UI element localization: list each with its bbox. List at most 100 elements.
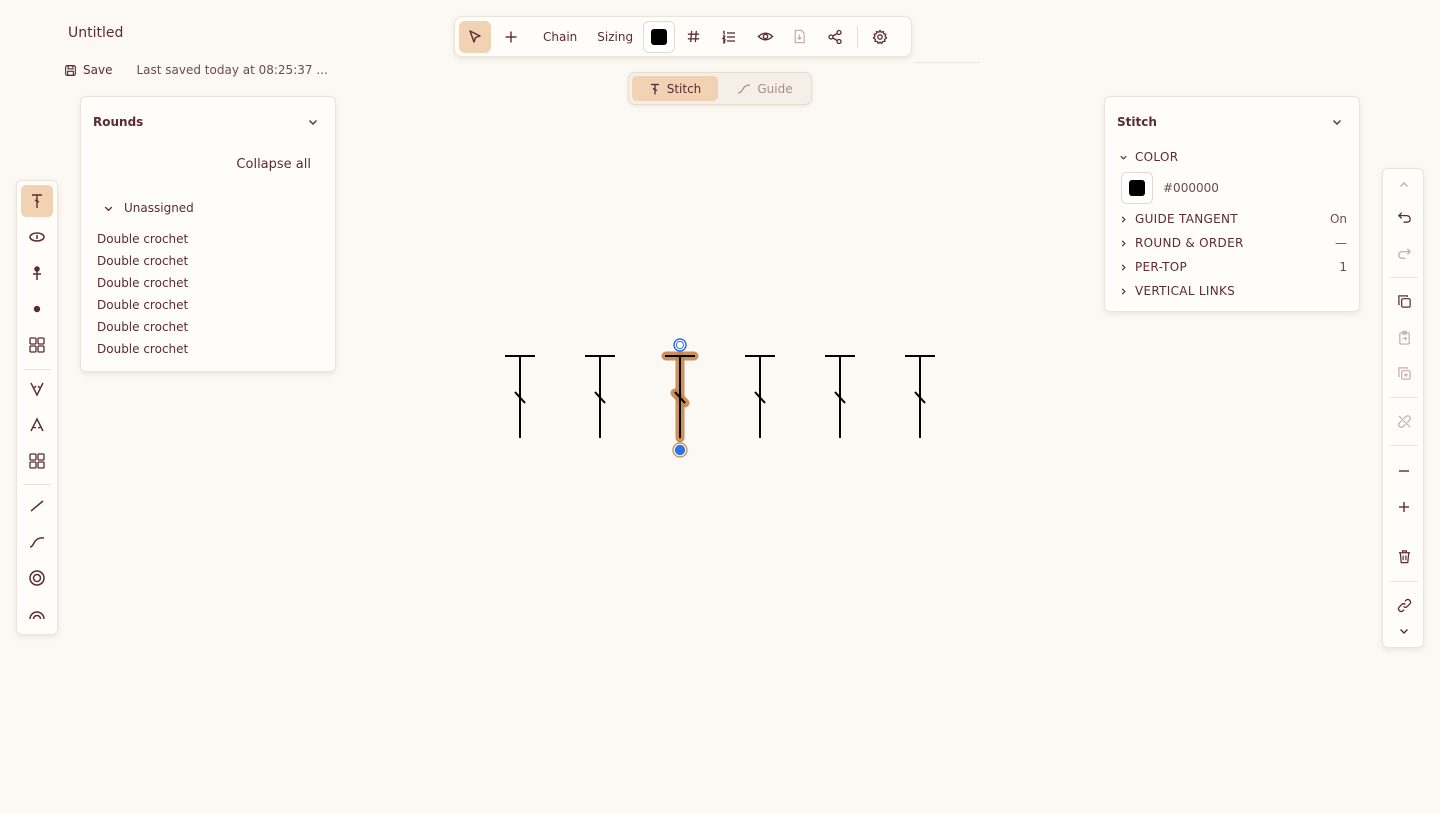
rail-divider bbox=[1390, 445, 1418, 446]
zoom-out-button[interactable] bbox=[1388, 455, 1420, 487]
undo-icon bbox=[1397, 210, 1412, 225]
grid-icon bbox=[28, 452, 46, 470]
stitch-color-swatch[interactable] bbox=[1121, 172, 1153, 204]
zoom-in-button[interactable] bbox=[1388, 491, 1420, 523]
curve-icon bbox=[28, 534, 46, 550]
color-swatch bbox=[643, 20, 676, 53]
paste-button[interactable] bbox=[1388, 321, 1420, 353]
vertical-links-label: VERTICAL LINKS bbox=[1135, 284, 1236, 298]
color-picker-button[interactable] bbox=[643, 20, 676, 53]
pin-stitch-icon bbox=[30, 265, 44, 281]
plus-icon bbox=[504, 30, 518, 44]
redo-button[interactable] bbox=[1388, 237, 1420, 269]
list-item[interactable]: Double crochet bbox=[97, 253, 188, 275]
stitch-panel-header[interactable]: Stitch bbox=[1117, 115, 1343, 129]
visibility-button[interactable] bbox=[749, 21, 781, 53]
save-icon[interactable] bbox=[64, 64, 77, 77]
detach-button[interactable] bbox=[1388, 405, 1420, 437]
stitch-symbol[interactable] bbox=[905, 355, 935, 438]
minus-icon bbox=[1397, 464, 1411, 478]
save-button[interactable]: Save bbox=[83, 63, 112, 77]
eye-icon bbox=[757, 28, 774, 45]
document-title[interactable]: Untitled bbox=[68, 25, 123, 41]
list-item[interactable]: Double crochet bbox=[97, 297, 188, 319]
export-button[interactable] bbox=[783, 21, 815, 53]
chain-button[interactable]: Chain bbox=[533, 21, 587, 53]
color-hex-value[interactable]: #000000 bbox=[1163, 181, 1219, 195]
stitch-properties-panel: Stitch COLOR #000000 GUIDE TANGENT On RO… bbox=[1104, 96, 1360, 312]
curve-tool[interactable] bbox=[21, 526, 53, 558]
vertical-links-section[interactable]: VERTICAL LINKS bbox=[1119, 284, 1235, 298]
slip-stitch-tool[interactable] bbox=[21, 257, 53, 289]
share-button[interactable] bbox=[819, 21, 851, 53]
guide-tangent-value: On bbox=[1329, 212, 1347, 226]
list-item[interactable]: Double crochet bbox=[97, 341, 188, 363]
ring-tool[interactable] bbox=[21, 562, 53, 594]
stitch-panel-title: Stitch bbox=[1117, 115, 1157, 129]
rounds-panel: Rounds Collapse all Unassigned Double cr… bbox=[80, 96, 336, 372]
more-stitches-tool[interactable] bbox=[21, 329, 53, 361]
chevron-down-icon[interactable] bbox=[1331, 116, 1343, 128]
more-shapes-tool[interactable] bbox=[21, 445, 53, 477]
duplicate-button[interactable] bbox=[1388, 357, 1420, 389]
delete-button[interactable] bbox=[1388, 540, 1420, 572]
guide-tangent-label: GUIDE TANGENT bbox=[1135, 212, 1238, 226]
color-row: #000000 bbox=[1121, 172, 1219, 204]
numbered-list-button[interactable] bbox=[713, 21, 745, 53]
collapse-all-button[interactable]: Collapse all bbox=[236, 157, 311, 172]
numbered-list-icon bbox=[721, 29, 737, 45]
settings-button[interactable] bbox=[864, 21, 896, 53]
guide-tangent-section[interactable]: GUIDE TANGENT bbox=[1119, 212, 1238, 226]
share-icon bbox=[827, 29, 843, 45]
unassigned-group-header[interactable]: Unassigned bbox=[103, 201, 194, 215]
increase-tool[interactable] bbox=[21, 373, 53, 405]
pattern-canvas[interactable] bbox=[480, 320, 960, 470]
sizing-button[interactable]: Sizing bbox=[587, 21, 643, 53]
chevron-down-icon bbox=[1119, 153, 1129, 162]
chevron-right-icon bbox=[1119, 215, 1129, 224]
add-button[interactable] bbox=[495, 21, 527, 53]
scroll-down-button[interactable] bbox=[1388, 615, 1420, 647]
trash-icon bbox=[1397, 549, 1412, 564]
undo-button[interactable] bbox=[1388, 201, 1420, 233]
stitch-symbol-icon bbox=[649, 83, 661, 95]
decrease-icon bbox=[29, 417, 45, 433]
rail-divider bbox=[1390, 397, 1418, 398]
chevron-right-icon bbox=[1119, 239, 1129, 248]
arc-tool[interactable] bbox=[21, 598, 53, 630]
save-row: Save Last saved today at 08:25:37 ... bbox=[64, 63, 328, 77]
stitch-symbol[interactable] bbox=[505, 355, 535, 438]
link-broken-icon bbox=[1397, 414, 1412, 429]
rail-divider bbox=[23, 369, 51, 370]
stitch-symbol[interactable] bbox=[661, 338, 699, 458]
chain-tool[interactable] bbox=[21, 221, 53, 253]
dot-stitch-tool[interactable] bbox=[21, 293, 53, 325]
decrease-tool[interactable] bbox=[21, 409, 53, 441]
link-icon bbox=[1397, 598, 1412, 613]
round-order-section[interactable]: ROUND & ORDER bbox=[1119, 236, 1244, 250]
bottom-handle bbox=[674, 444, 686, 456]
list-item[interactable]: Double crochet bbox=[97, 231, 188, 253]
scroll-up-button[interactable] bbox=[1388, 169, 1420, 201]
dot-icon bbox=[32, 304, 42, 314]
per-top-section[interactable]: PER-TOP bbox=[1119, 260, 1187, 274]
grid-toggle-button[interactable] bbox=[677, 21, 709, 53]
stitch-symbol[interactable] bbox=[585, 355, 615, 438]
color-section-label: COLOR bbox=[1135, 150, 1179, 164]
color-section-header[interactable]: COLOR bbox=[1119, 150, 1178, 164]
chevron-down-icon bbox=[103, 203, 114, 214]
group-label: Unassigned bbox=[124, 201, 194, 215]
double-crochet-tool[interactable] bbox=[21, 185, 53, 217]
list-item[interactable]: Double crochet bbox=[97, 275, 188, 297]
stitch-symbol[interactable] bbox=[745, 355, 775, 438]
gear-icon bbox=[872, 28, 888, 45]
chevron-down-icon[interactable] bbox=[307, 116, 319, 128]
stitch-mode-button[interactable]: Stitch bbox=[632, 76, 718, 101]
select-tool-button[interactable] bbox=[459, 20, 491, 53]
copy-button[interactable] bbox=[1388, 285, 1420, 317]
rounds-panel-header[interactable]: Rounds bbox=[93, 115, 319, 129]
line-tool[interactable] bbox=[21, 490, 53, 522]
list-item[interactable]: Double crochet bbox=[97, 319, 188, 341]
guide-mode-button[interactable]: Guide bbox=[722, 76, 808, 101]
stitch-symbol[interactable] bbox=[825, 355, 855, 438]
